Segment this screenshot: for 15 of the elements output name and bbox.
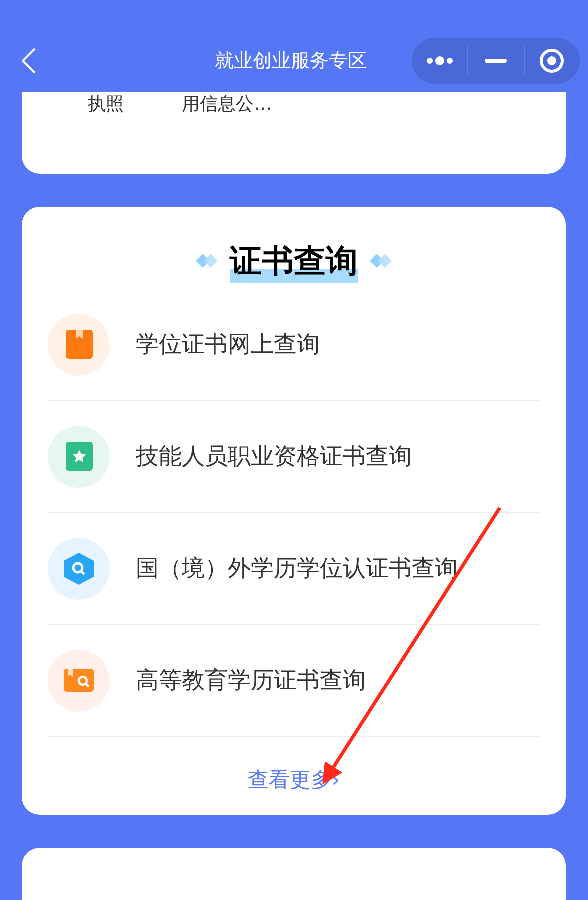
minimize-icon: [484, 59, 507, 63]
window-title: 就业创业服务专区: [214, 49, 368, 74]
document-search-icon: [64, 669, 94, 692]
list-item[interactable]: 技能人员职业资格证书查询: [48, 401, 540, 513]
search-icon: [64, 552, 94, 584]
more-icon: [426, 56, 454, 66]
list-item[interactable]: 高等教育学历证书查询: [48, 625, 540, 737]
diamond-icon: [370, 254, 392, 268]
service-label[interactable]: 用信息公…: [182, 92, 272, 118]
list-item[interactable]: 学位证书网上查询: [48, 289, 540, 401]
bookmark-icon: [66, 330, 92, 359]
back-icon: [22, 48, 36, 74]
target-icon: [539, 48, 566, 74]
diamond-icon: [196, 254, 218, 268]
service-label[interactable]: 执照: [88, 92, 132, 118]
